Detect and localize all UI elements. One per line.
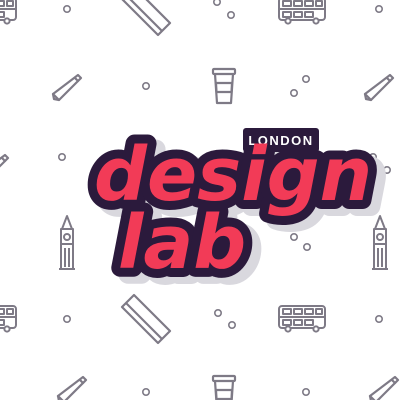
dot — [301, 387, 311, 397]
pencil-icon — [363, 73, 395, 102]
book-icon — [120, 0, 172, 37]
design-lab-logo-canvas: design lab design lab LONDON design lab — [0, 0, 400, 400]
book-icon — [120, 293, 172, 345]
coffee-cup-icon — [211, 67, 237, 105]
logo-word-lab: lab — [118, 200, 246, 286]
dot — [62, 5, 71, 13]
bus-icon — [0, 305, 17, 333]
dot — [213, 0, 221, 6]
dot — [57, 153, 66, 161]
pencil-icon — [51, 73, 83, 102]
bus-icon — [278, 0, 326, 25]
pencil-icon — [56, 375, 88, 400]
coffee-cup-icon — [211, 374, 237, 400]
dot — [374, 314, 384, 324]
dot — [301, 75, 311, 83]
big-ben-icon — [58, 215, 76, 270]
dot — [62, 314, 71, 324]
dot — [289, 89, 299, 97]
pencil-icon — [0, 153, 10, 182]
dot — [289, 233, 299, 241]
dot — [227, 11, 235, 20]
bus-icon — [278, 305, 326, 333]
design-lab-logo: design lab design lab LONDON design lab — [85, 123, 390, 302]
bus-icon — [0, 0, 17, 25]
dot — [302, 243, 312, 251]
dot — [142, 387, 150, 397]
dot — [374, 5, 384, 13]
dot — [228, 320, 236, 330]
dot — [214, 308, 222, 318]
pattern-and-logo: design lab design lab LONDON design lab — [0, 0, 400, 400]
dot — [382, 166, 392, 174]
pencil-icon — [368, 375, 400, 400]
dot — [142, 82, 150, 90]
